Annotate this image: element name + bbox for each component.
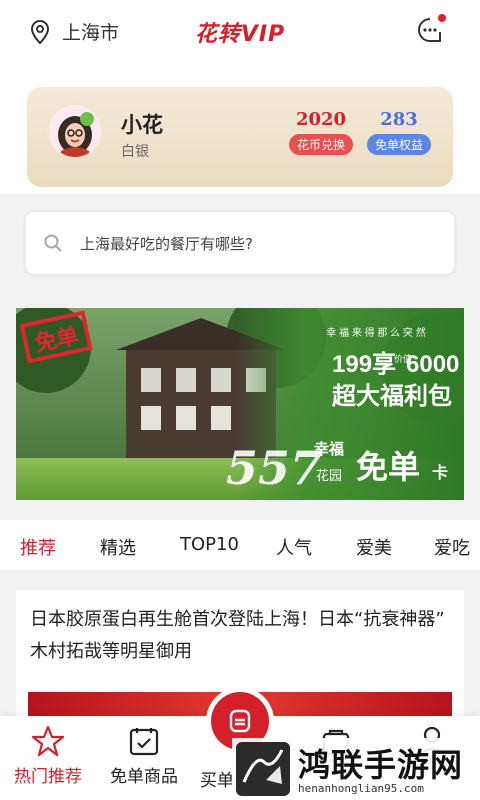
coins-value: 2020 — [295, 109, 347, 130]
watermark-url: henanhonglian95.com — [298, 782, 424, 795]
nav-hot[interactable]: 热门推荐 — [0, 720, 96, 787]
user-level: 白银 — [121, 144, 149, 160]
banner-offer-prefix: 199享 — [332, 350, 396, 378]
brand-logo: 花转VIP — [194, 22, 286, 47]
profile-card: 小花 白银 2020 花币兑换 283 免单权益 — [27, 87, 453, 187]
pay-icon — [229, 709, 251, 733]
banner-image: 免单 幸 福 来 得 那 么 突 然 199享 价值 6000 超大福利包 55… — [16, 308, 464, 500]
user-name: 小花 — [121, 113, 163, 137]
search-bar[interactable]: 上海最好吃的餐厅有哪些? — [26, 212, 454, 274]
banner-slogan: 幸 福 来 得 那 么 突 然 — [326, 326, 425, 339]
free-rights-button[interactable]: 免单权益 — [367, 134, 432, 155]
banner-card-suffix: 卡 — [432, 463, 448, 482]
banner-card-name: 免单 — [356, 449, 420, 485]
watermark: 鸿联手游网 henanhonglian95.com — [232, 738, 480, 800]
banner-offer-sub: 超大福利包 — [332, 382, 452, 410]
banner-card-tag2: 花园 — [316, 468, 342, 483]
promo-banner[interactable]: 免单 幸 福 来 得 那 么 突 然 199享 价值 6000 超大福利包 55… — [16, 308, 464, 500]
avatar[interactable] — [47, 103, 103, 159]
free-value: 283 — [380, 109, 418, 130]
checklist-icon — [129, 728, 159, 756]
free-stat[interactable]: 283 免单权益 — [367, 109, 432, 155]
coins-stat[interactable]: 2020 花币兑换 — [289, 109, 354, 155]
tab-food[interactable]: 爱吃 — [434, 534, 470, 560]
nav-hot-label: 热门推荐 — [14, 767, 82, 787]
category-tabs: 推荐 精选 TOP10 人气 爱美 爱吃 — [0, 520, 480, 570]
search-placeholder: 上海最好吃的餐厅有哪些? — [80, 234, 253, 253]
notification-dot — [438, 14, 446, 22]
banner-card-number: 557 — [226, 441, 322, 495]
search-icon — [44, 234, 62, 252]
nav-free-label: 免单商品 — [110, 767, 178, 787]
star-icon — [31, 725, 65, 757]
banner-offer-value: 6000 — [406, 351, 459, 378]
message-button[interactable] — [416, 14, 446, 44]
avatar-image — [49, 105, 101, 157]
nav-free[interactable]: 免单商品 — [96, 720, 192, 787]
article-title: 日本胶原蛋白再生舱首次登陆上海！日本“抗衰神器” 木村拓哉等明星御用 — [30, 609, 445, 662]
tab-popular[interactable]: 人气 — [276, 534, 312, 560]
tab-beauty[interactable]: 爱美 — [356, 534, 392, 560]
watermark-text: 鸿联手游网 — [298, 746, 464, 784]
watermark-logo-icon — [236, 742, 290, 796]
top-bar: 上海市 花转VIP — [0, 0, 480, 64]
tab-recommend[interactable]: 推荐 — [20, 534, 56, 560]
coins-exchange-button[interactable]: 花币兑换 — [289, 134, 354, 155]
banner-card-tag1: 幸福 — [314, 440, 344, 458]
tab-top10[interactable]: TOP10 — [180, 534, 239, 555]
tab-selected[interactable]: 精选 — [100, 534, 136, 560]
